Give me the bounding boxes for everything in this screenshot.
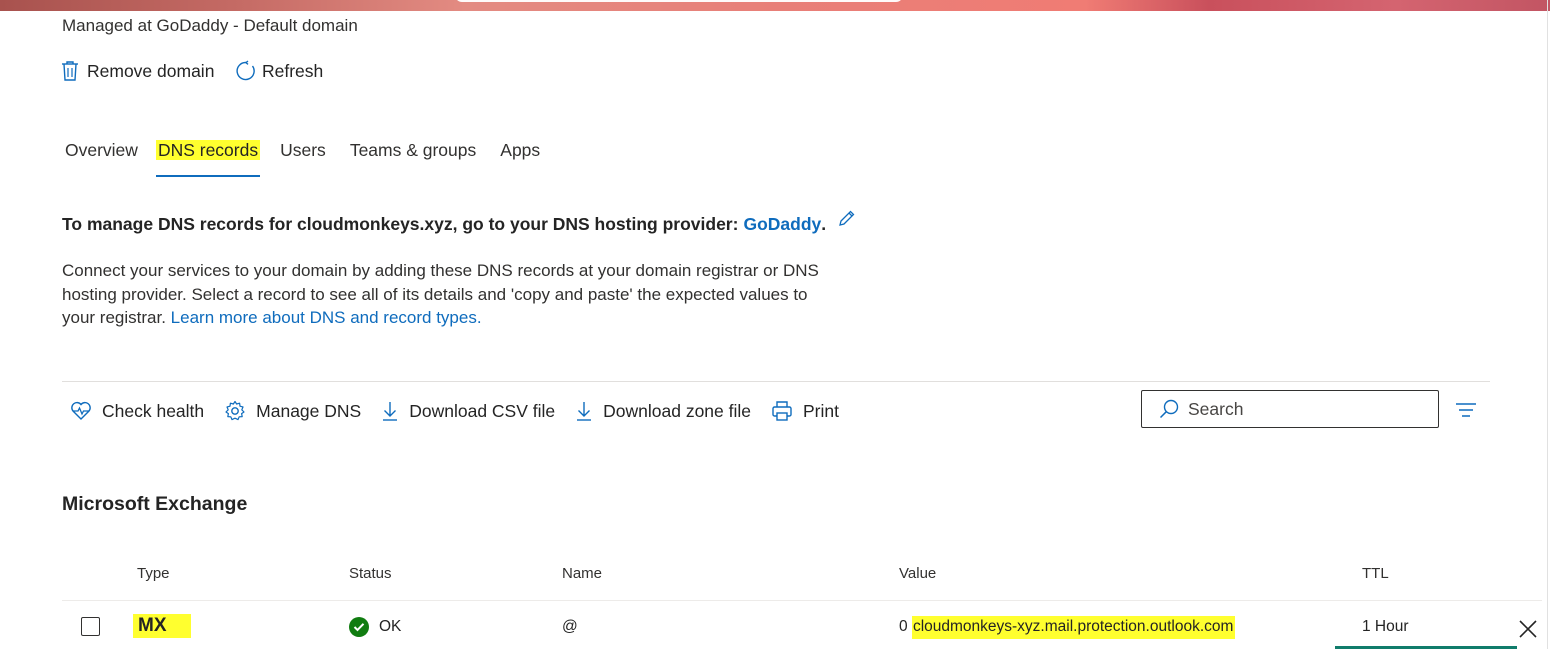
refresh-button[interactable]: Refresh (235, 60, 323, 82)
download-icon (577, 402, 592, 421)
record-type-cell: MX (133, 614, 191, 638)
download-icon (383, 402, 398, 421)
search-icon (1159, 399, 1179, 419)
tab-overview[interactable]: Overview (65, 140, 138, 178)
check-health-button[interactable]: Check health (70, 398, 204, 424)
manage-dns-button[interactable]: Manage DNS (224, 398, 361, 424)
dns-toolbar: Check health Manage DNS Download CSV fil… (70, 398, 859, 424)
download-zone-button[interactable]: Download zone file (575, 398, 751, 424)
manage-dns-label: Manage DNS (256, 400, 362, 421)
tab-label: Users (280, 140, 326, 160)
record-value: cloudmonkeys-xyz.mail.protection.outlook… (911, 616, 1236, 639)
close-icon (1519, 620, 1537, 638)
banner-search-pill (455, 0, 903, 2)
domain-tabs: Overview DNS records Users Teams & group… (65, 140, 564, 178)
tab-users[interactable]: Users (280, 140, 326, 178)
pencil-icon (839, 210, 855, 226)
heart-pulse-icon (71, 401, 91, 420)
check-health-label: Check health (102, 400, 205, 421)
close-panel-button[interactable] (1518, 619, 1538, 644)
print-button[interactable]: Print (771, 398, 839, 424)
domain-subtitle: Managed at GoDaddy - Default domain (62, 16, 358, 35)
gear-icon (225, 400, 245, 421)
column-header-ttl[interactable]: TTL (1362, 565, 1389, 582)
tab-label: Apps (500, 140, 541, 160)
column-header-status[interactable]: Status (349, 565, 392, 582)
record-ttl: 1 Hour (1362, 618, 1409, 635)
check-icon (349, 617, 369, 637)
dns-description: Connect your services to your domain by … (62, 259, 822, 330)
download-csv-button[interactable]: Download CSV file (381, 398, 555, 424)
refresh-icon (236, 60, 255, 81)
section-title: Microsoft Exchange (62, 493, 248, 515)
refresh-label: Refresh (262, 60, 324, 81)
record-status: OK (379, 618, 402, 635)
toolbar-divider (62, 381, 1490, 382)
tab-label: DNS records (155, 140, 261, 160)
edit-provider-button[interactable] (838, 209, 856, 232)
row-checkbox[interactable] (81, 617, 100, 636)
right-panel-edge (1547, 0, 1548, 649)
search-input[interactable] (1188, 398, 1408, 420)
record-type: MX (133, 614, 191, 638)
filter-button[interactable] (1455, 401, 1477, 424)
record-name: @ (562, 618, 578, 635)
tab-label: Teams & groups (349, 140, 477, 160)
column-header-type[interactable]: Type (137, 565, 170, 582)
tab-label: Overview (65, 140, 138, 160)
table-header-divider (62, 600, 1542, 601)
trash-icon (62, 61, 78, 81)
filter-icon (1456, 403, 1476, 417)
download-csv-label: Download CSV file (409, 400, 556, 421)
remove-domain-button[interactable]: Remove domain (61, 60, 214, 82)
tab-dns-records[interactable]: DNS records (155, 140, 261, 178)
print-icon (772, 401, 792, 421)
top-banner (0, 0, 1550, 11)
download-zone-label: Download zone file (603, 400, 751, 421)
print-label: Print (803, 400, 839, 421)
column-header-value[interactable]: Value (899, 565, 936, 582)
search-box[interactable] (1141, 390, 1439, 428)
learn-more-link[interactable]: Learn more about DNS and record types. (171, 308, 482, 327)
notice-period: . (821, 214, 827, 234)
dns-provider-notice: To manage DNS records for cloudmonkeys.x… (62, 210, 856, 236)
dns-notice-text: To manage DNS records for cloudmonkeys.x… (62, 214, 739, 234)
record-value-priority: 0 (899, 618, 908, 635)
provider-link[interactable]: GoDaddy (743, 214, 821, 235)
tab-teams-groups[interactable]: Teams & groups (350, 140, 476, 178)
record-value-cell: 0 cloudmonkeys-xyz.mail.protection.outlo… (899, 616, 1236, 639)
tab-apps[interactable]: Apps (500, 140, 540, 178)
record-status-cell: OK (349, 617, 401, 637)
column-header-name[interactable]: Name (562, 565, 602, 582)
active-tab-indicator (155, 175, 261, 177)
remove-domain-label: Remove domain (87, 60, 215, 81)
